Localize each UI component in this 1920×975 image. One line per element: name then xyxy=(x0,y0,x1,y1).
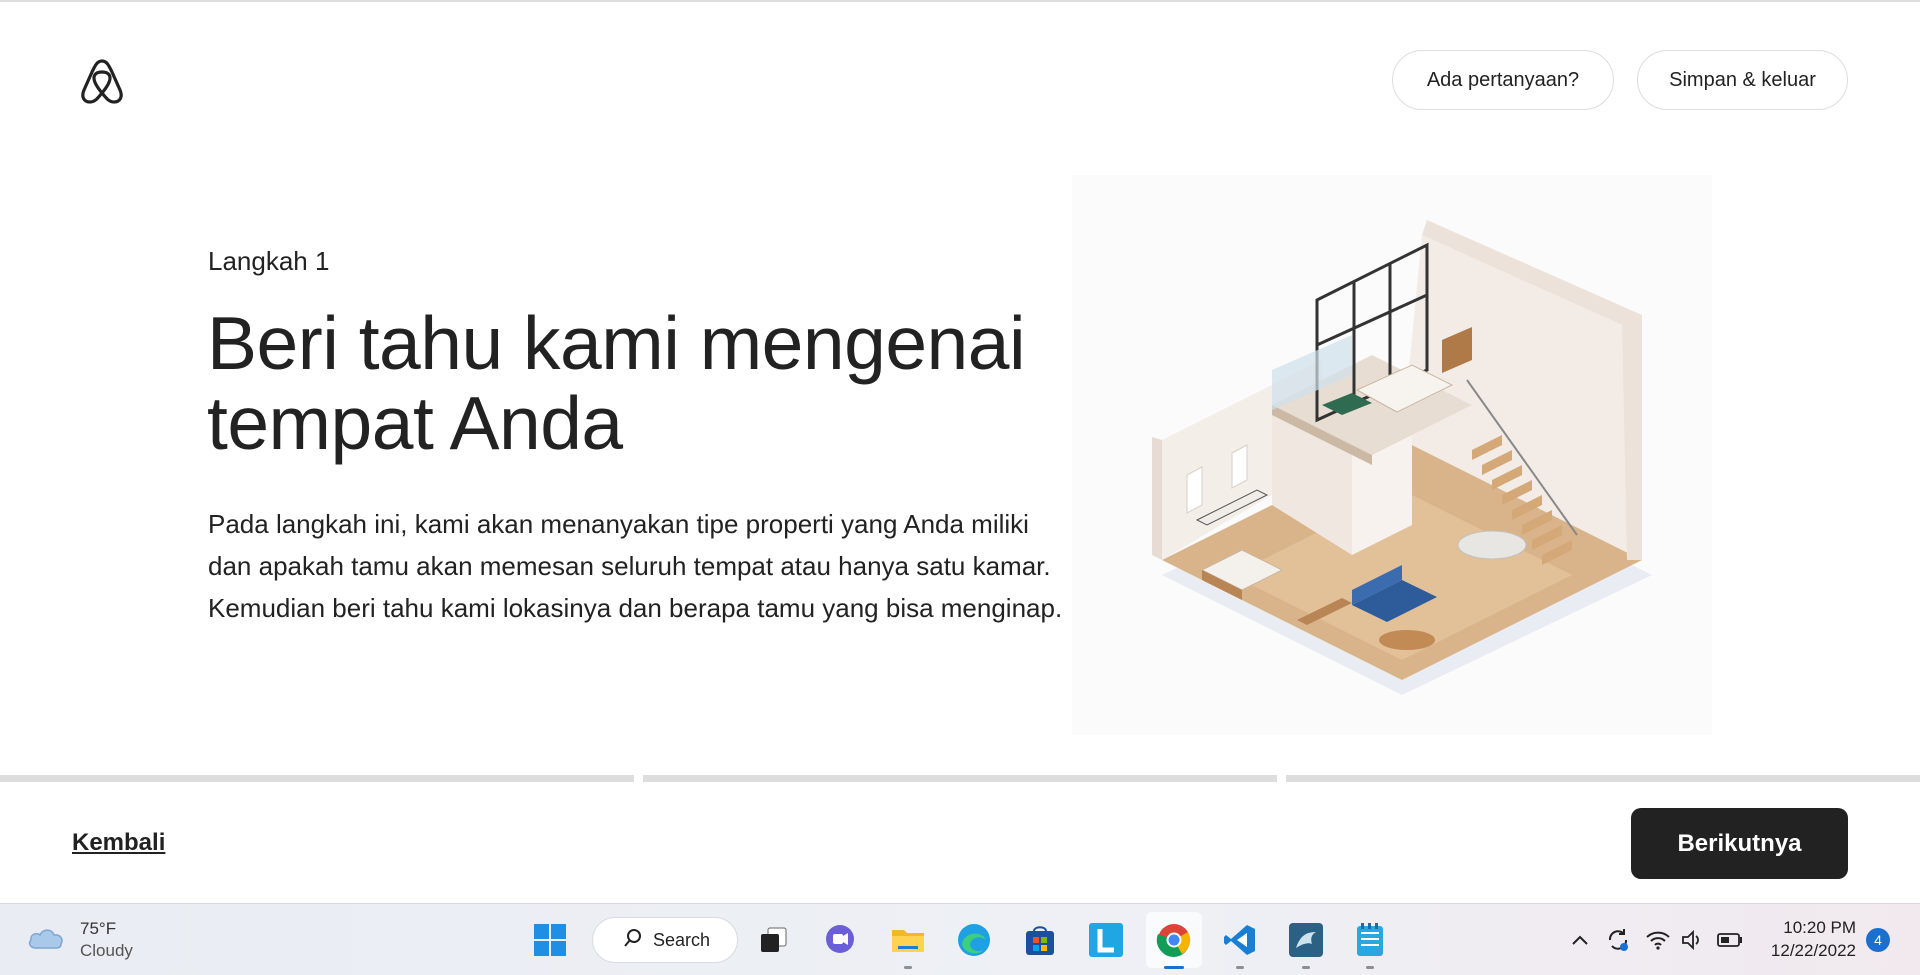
search-icon xyxy=(623,928,643,953)
clock-date: 12/22/2022 xyxy=(1770,941,1856,960)
progress-segment-1 xyxy=(0,775,634,782)
start-icon[interactable] xyxy=(530,920,570,960)
progress-segment-2 xyxy=(643,775,1277,782)
system-clock[interactable]: 10:20 PM 12/22/2022 xyxy=(1752,916,1856,962)
store-icon[interactable] xyxy=(1020,920,1060,960)
cloud-icon xyxy=(26,924,66,957)
teams-chat-icon[interactable] xyxy=(820,920,860,960)
chrome-icon[interactable] xyxy=(1154,920,1194,960)
step-description: Pada langkah ini, kami akan menanyakan t… xyxy=(208,509,1063,623)
taskbar-search[interactable]: Search xyxy=(592,917,738,963)
weather-temperature: 75°F xyxy=(80,919,117,938)
page-title-line-1: Beri tahu kami mengenai xyxy=(207,301,1026,385)
back-link[interactable]: Kembali xyxy=(72,829,165,857)
house-illustration xyxy=(1072,175,1712,735)
running-indicator xyxy=(1366,966,1374,969)
mysql-workbench-icon[interactable] xyxy=(1286,920,1326,960)
sync-icon[interactable] xyxy=(1604,926,1632,954)
windows-taskbar: 75°F Cloudy Search 10:20 PM 12/22/2022 4 xyxy=(0,903,1920,975)
questions-button[interactable]: Ada pertanyaan? xyxy=(1392,50,1614,110)
running-indicator xyxy=(1302,966,1310,969)
notification-badge[interactable]: 4 xyxy=(1866,928,1890,952)
running-indicator xyxy=(904,966,912,969)
step-label: Langkah 1 xyxy=(208,246,330,276)
battery-icon[interactable] xyxy=(1716,926,1744,954)
l-app-icon[interactable] xyxy=(1086,920,1126,960)
running-indicator xyxy=(1236,966,1244,969)
weather-condition: Cloudy xyxy=(80,941,133,960)
wifi-icon[interactable] xyxy=(1644,926,1672,954)
clock-time: 10:20 PM xyxy=(1783,918,1856,937)
airbnb-logo-icon[interactable] xyxy=(79,57,125,105)
weather-widget[interactable]: 75°F Cloudy xyxy=(26,918,133,962)
vscode-icon[interactable] xyxy=(1220,920,1260,960)
chevron-up-icon[interactable] xyxy=(1566,926,1594,954)
notepad-icon[interactable] xyxy=(1350,920,1390,960)
task-view-icon[interactable] xyxy=(754,920,794,960)
page-title: Beri tahu kami mengenai tempat Anda xyxy=(207,303,1087,463)
file-explorer-icon[interactable] xyxy=(888,920,928,960)
active-indicator xyxy=(1164,966,1184,969)
edge-icon[interactable] xyxy=(954,920,994,960)
page-title-line-2: tempat Anda xyxy=(207,381,623,465)
volume-icon[interactable] xyxy=(1678,926,1706,954)
search-label: Search xyxy=(653,929,711,950)
next-button[interactable]: Berikutnya xyxy=(1631,808,1848,879)
save-and-exit-button[interactable]: Simpan & keluar xyxy=(1637,50,1848,110)
progress-segment-3 xyxy=(1286,775,1920,782)
browser-top-border xyxy=(0,0,1920,2)
